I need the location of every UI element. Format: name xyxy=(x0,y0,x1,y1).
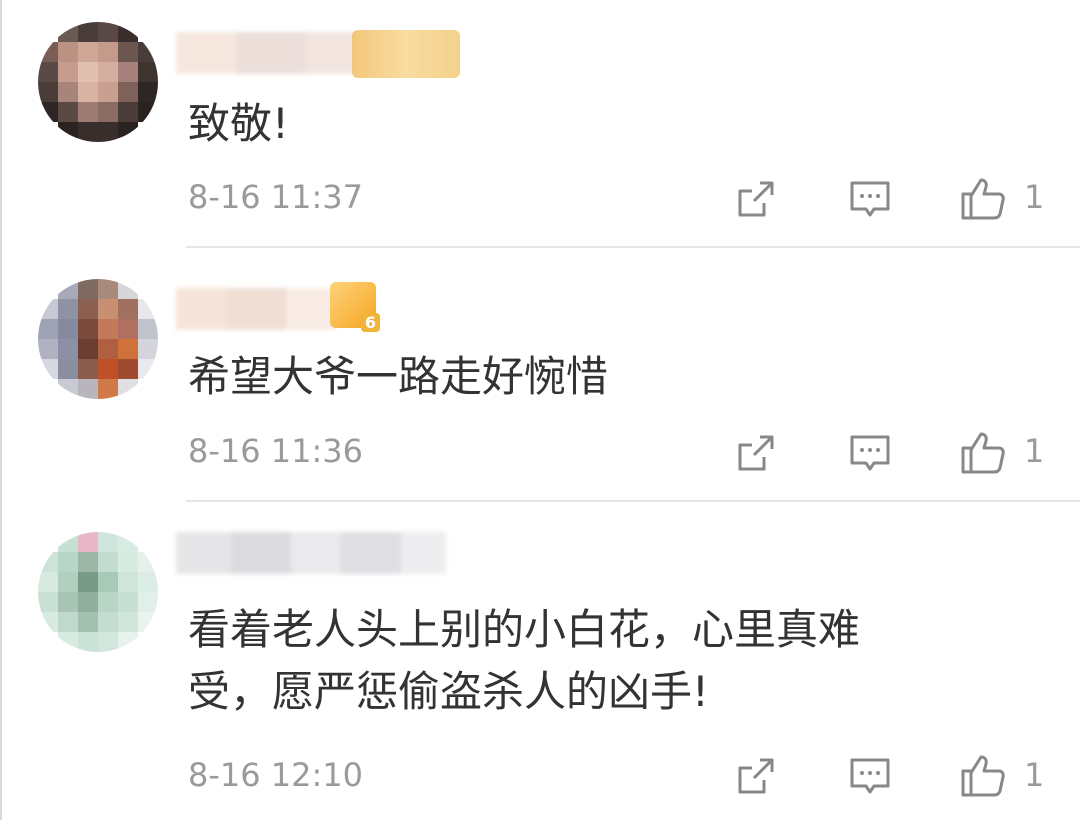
share-icon[interactable] xyxy=(730,175,780,225)
level-badge: 6 xyxy=(330,282,380,332)
divider xyxy=(186,500,1080,502)
avatar-pixelated xyxy=(38,532,158,652)
username-blurred[interactable] xyxy=(176,532,446,574)
thumbs-up-icon[interactable] xyxy=(958,427,1008,477)
comment-icon[interactable] xyxy=(845,752,895,802)
avatar-pixelated xyxy=(38,279,158,399)
divider xyxy=(186,246,1080,248)
comment-icon[interactable] xyxy=(845,175,895,225)
share-icon[interactable] xyxy=(730,429,780,479)
thumbs-up-icon[interactable] xyxy=(958,173,1008,223)
comment-time: 8-16 11:36 xyxy=(188,432,364,470)
avatar[interactable] xyxy=(38,22,158,142)
comment-list: 致敬! 8-16 11:37 1 6 希望大爷一路走好惋惜 8-16 11:36 xyxy=(0,0,1080,820)
comment-text: 希望大爷一路走好惋惜 xyxy=(188,352,609,401)
comment-time: 8-16 11:37 xyxy=(188,178,364,216)
comment-icon[interactable] xyxy=(845,429,895,479)
like-count: 1 xyxy=(1024,178,1045,216)
badge-level: 6 xyxy=(360,313,380,332)
share-icon[interactable] xyxy=(730,752,780,802)
avatar-pixelated xyxy=(38,22,158,142)
member-badge xyxy=(352,30,460,78)
username-blurred[interactable] xyxy=(176,288,336,330)
comment-text: 致敬! xyxy=(188,99,289,148)
comment-time: 8-16 12:10 xyxy=(188,756,364,794)
comment-text: 看着老人头上别的小白花，心里真难 受，愿严惩偷盗杀人的凶手! xyxy=(188,605,861,716)
like-count: 1 xyxy=(1024,756,1045,794)
avatar[interactable] xyxy=(38,279,158,399)
avatar[interactable] xyxy=(38,532,158,652)
like-count: 1 xyxy=(1024,432,1045,470)
thumbs-up-icon[interactable] xyxy=(958,750,1008,800)
